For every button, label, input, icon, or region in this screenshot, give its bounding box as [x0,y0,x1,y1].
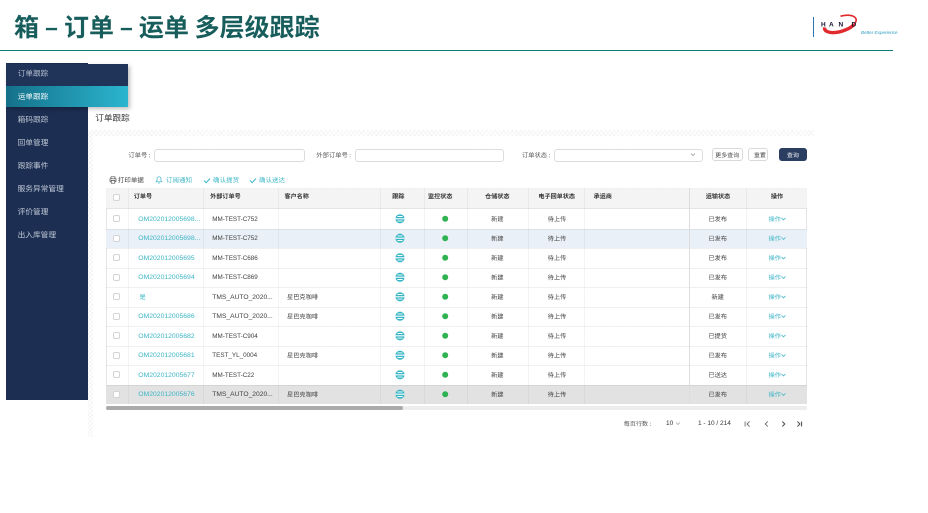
svg-text:HAND: HAND [821,21,857,28]
svg-text:Better Experience: Better Experience [861,30,898,35]
